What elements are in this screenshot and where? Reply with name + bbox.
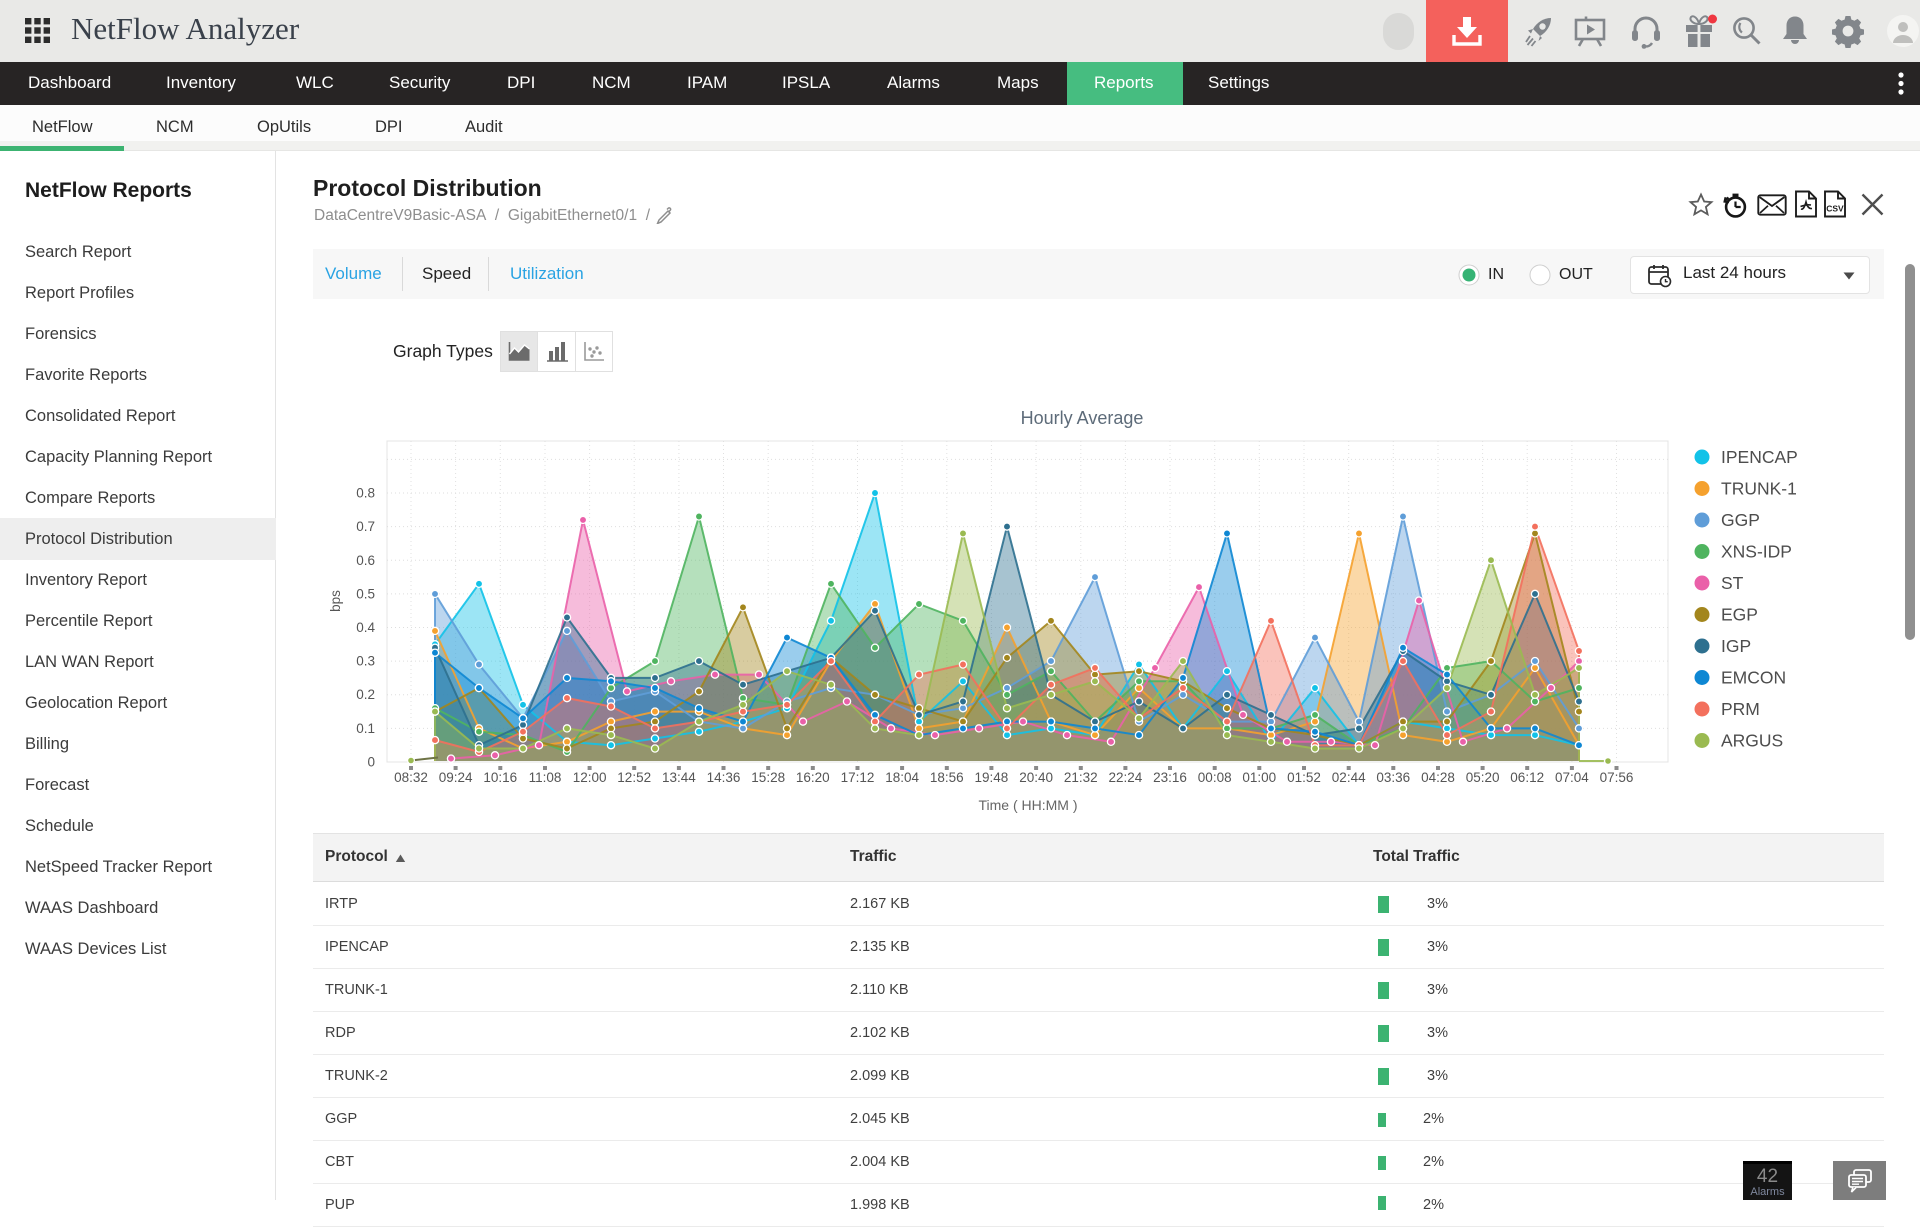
svg-text:12:52: 12:52	[617, 770, 651, 785]
svg-text:07:56: 07:56	[1600, 770, 1634, 785]
svg-text:0.4: 0.4	[356, 620, 375, 635]
svg-text:Hourly Average: Hourly Average	[1021, 408, 1144, 428]
svg-text:07:04: 07:04	[1555, 770, 1589, 785]
svg-text:05:20: 05:20	[1466, 770, 1500, 785]
svg-text:EGP: EGP	[1721, 605, 1758, 625]
svg-text:0.6: 0.6	[356, 553, 375, 568]
svg-text:15:28: 15:28	[751, 770, 785, 785]
svg-text:16:20: 16:20	[796, 770, 830, 785]
svg-text:08:32: 08:32	[394, 770, 428, 785]
svg-text:0.1: 0.1	[356, 721, 375, 736]
svg-text:09:24: 09:24	[439, 770, 473, 785]
svg-text:TRUNK-1: TRUNK-1	[1721, 479, 1797, 499]
svg-text:ARGUS: ARGUS	[1721, 731, 1783, 751]
svg-text:0.2: 0.2	[356, 687, 375, 702]
svg-text:20:40: 20:40	[1019, 770, 1053, 785]
svg-text:22:24: 22:24	[1109, 770, 1143, 785]
svg-text:Time ( HH:MM ): Time ( HH:MM )	[978, 797, 1077, 813]
svg-text:13:44: 13:44	[662, 770, 696, 785]
svg-text:06:12: 06:12	[1510, 770, 1544, 785]
svg-text:00:08: 00:08	[1198, 770, 1232, 785]
svg-text:IGP: IGP	[1721, 636, 1751, 656]
svg-text:10:16: 10:16	[483, 770, 517, 785]
svg-text:bps: bps	[328, 590, 343, 612]
svg-text:0: 0	[367, 755, 375, 770]
svg-text:0.5: 0.5	[356, 586, 375, 601]
svg-text:04:28: 04:28	[1421, 770, 1455, 785]
svg-text:GGP: GGP	[1721, 510, 1760, 530]
svg-text:14:36: 14:36	[707, 770, 741, 785]
svg-text:02:44: 02:44	[1332, 770, 1366, 785]
svg-text:EMCON: EMCON	[1721, 668, 1786, 688]
svg-text:PRM: PRM	[1721, 699, 1760, 719]
svg-text:XNS-IDP: XNS-IDP	[1721, 542, 1792, 562]
svg-text:01:52: 01:52	[1287, 770, 1321, 785]
svg-text:18:04: 18:04	[885, 770, 919, 785]
svg-text:12:00: 12:00	[573, 770, 607, 785]
svg-text:03:36: 03:36	[1376, 770, 1410, 785]
svg-text:ST: ST	[1721, 573, 1744, 593]
svg-text:17:12: 17:12	[841, 770, 875, 785]
svg-text:01:00: 01:00	[1242, 770, 1276, 785]
svg-text:21:32: 21:32	[1064, 770, 1098, 785]
svg-text:11:08: 11:08	[529, 770, 562, 785]
svg-text:0.8: 0.8	[356, 486, 375, 501]
svg-text:0.3: 0.3	[356, 654, 375, 669]
svg-text:IPENCAP: IPENCAP	[1721, 447, 1798, 467]
svg-text:0.7: 0.7	[356, 519, 375, 534]
svg-text:19:48: 19:48	[975, 770, 1009, 785]
svg-text:23:16: 23:16	[1153, 770, 1187, 785]
svg-text:CSV: CSV	[1826, 204, 1844, 214]
svg-text:18:56: 18:56	[930, 770, 964, 785]
